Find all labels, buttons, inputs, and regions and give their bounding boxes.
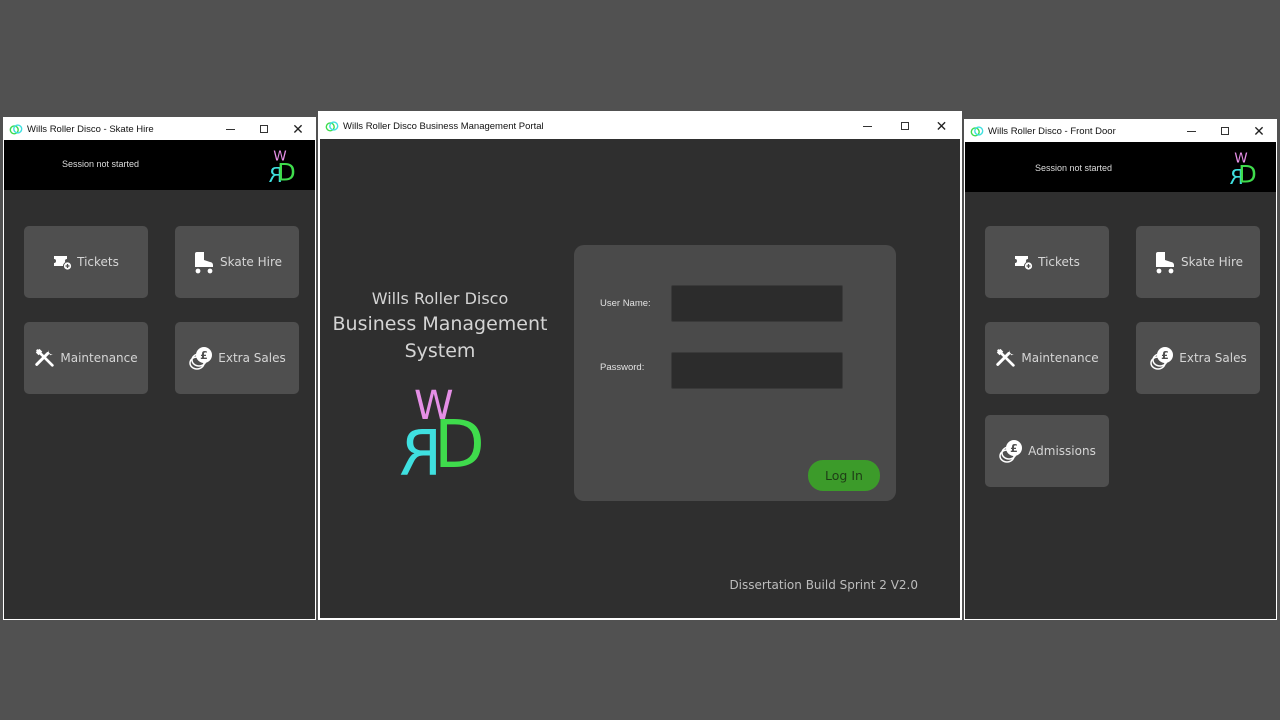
login-button[interactable]: Log In <box>808 460 880 491</box>
close-icon: ✕ <box>935 117 948 134</box>
header-bar: Session not started W R D <box>4 140 315 190</box>
coins-icon <box>998 438 1024 464</box>
header-bar: Session not started W R D <box>965 142 1276 192</box>
tools-icon <box>995 347 1017 369</box>
tile-label: Extra Sales <box>218 351 286 365</box>
maximize-button[interactable] <box>247 118 281 140</box>
tile-label: Maintenance <box>1021 351 1099 365</box>
system-title-line1: Wills Roller Disco <box>371 289 509 308</box>
password-label: Password: <box>600 362 645 373</box>
app-icon <box>325 119 339 133</box>
close-icon: ✕ <box>292 120 304 137</box>
extra-sales-tile[interactable]: Extra Sales <box>175 322 299 394</box>
system-title-line2: Business Management <box>332 313 548 335</box>
maximize-button[interactable] <box>886 113 923 139</box>
tile-label: Admissions <box>1028 444 1096 458</box>
coins-icon <box>188 345 214 371</box>
window-title: Wills Roller Disco Business Management P… <box>343 120 544 132</box>
tickets-tile[interactable]: Tickets <box>985 226 1109 298</box>
minimize-icon <box>225 128 235 130</box>
ticket-icon <box>53 252 73 272</box>
admissions-tile[interactable]: Admissions <box>985 415 1109 487</box>
maximize-icon <box>260 125 268 133</box>
window-title: Wills Roller Disco - Front Door <box>988 125 1116 137</box>
minimize-icon <box>1186 130 1196 132</box>
minimize-icon <box>863 125 872 127</box>
tile-label: Extra Sales <box>1179 351 1247 365</box>
session-status: Session not started <box>1035 163 1113 173</box>
logo-letter-d: D <box>434 406 485 483</box>
skate-hire-tile[interactable]: Skate Hire <box>1136 226 1260 298</box>
title-bar: Wills Roller Disco - Front Door ✕ <box>965 120 1276 142</box>
tile-label: Skate Hire <box>1180 255 1244 269</box>
skate-hire-window: Wills Roller Disco - Skate Hire ✕ Sessio… <box>3 117 316 620</box>
app-icon <box>970 124 984 138</box>
wrd-logo: W R D <box>1229 151 1256 189</box>
skate-hire-tile[interactable]: Skate Hire <box>175 226 299 298</box>
window-title: Wills Roller Disco - Skate Hire <box>27 123 154 135</box>
tile-label: Skate Hire <box>219 255 283 269</box>
username-label: User Name: <box>600 298 651 309</box>
minimize-button[interactable] <box>1174 120 1208 142</box>
ticket-icon <box>1014 252 1034 272</box>
roller-skate-icon <box>1153 250 1177 274</box>
maintenance-tile[interactable]: Maintenance <box>24 322 148 394</box>
close-button[interactable]: ✕ <box>923 113 960 139</box>
close-icon: ✕ <box>1253 122 1265 139</box>
wrd-logo: W R D <box>268 149 295 187</box>
close-button[interactable]: ✕ <box>1242 120 1276 142</box>
minimize-button[interactable] <box>213 118 247 140</box>
tools-icon <box>34 347 56 369</box>
build-version-footer: Dissertation Build Sprint 2 V2.0 <box>729 578 918 592</box>
system-title-line3: System <box>404 340 476 362</box>
close-button[interactable]: ✕ <box>281 118 315 140</box>
password-input[interactable] <box>671 352 843 389</box>
roller-skate-icon <box>192 250 216 274</box>
logo-letter-d: D <box>277 159 295 187</box>
app-icon <box>9 122 23 136</box>
login-card: User Name: Password: Log In <box>574 245 896 501</box>
coins-icon <box>1149 345 1175 371</box>
portal-window: Wills Roller Disco Business Management P… <box>318 111 962 620</box>
tile-label: Maintenance <box>60 351 138 365</box>
username-input[interactable] <box>671 285 843 322</box>
minimize-button[interactable] <box>849 113 886 139</box>
maximize-icon <box>1221 127 1229 135</box>
title-bar: Wills Roller Disco - Skate Hire ✕ <box>4 118 315 140</box>
session-status: Session not started <box>62 159 140 169</box>
wrd-logo-large: W R D <box>399 383 485 490</box>
logo-letter-d: D <box>1238 161 1256 189</box>
tile-label: Tickets <box>1038 255 1080 269</box>
maximize-icon <box>900 122 909 130</box>
front-door-window: Wills Roller Disco - Front Door ✕ Sessio… <box>964 119 1277 620</box>
tickets-tile[interactable]: Tickets <box>24 226 148 298</box>
maintenance-tile[interactable]: Maintenance <box>985 322 1109 394</box>
title-bar: Wills Roller Disco Business Management P… <box>320 113 960 139</box>
maximize-button[interactable] <box>1208 120 1242 142</box>
extra-sales-tile[interactable]: Extra Sales <box>1136 322 1260 394</box>
tile-label: Tickets <box>77 255 119 269</box>
